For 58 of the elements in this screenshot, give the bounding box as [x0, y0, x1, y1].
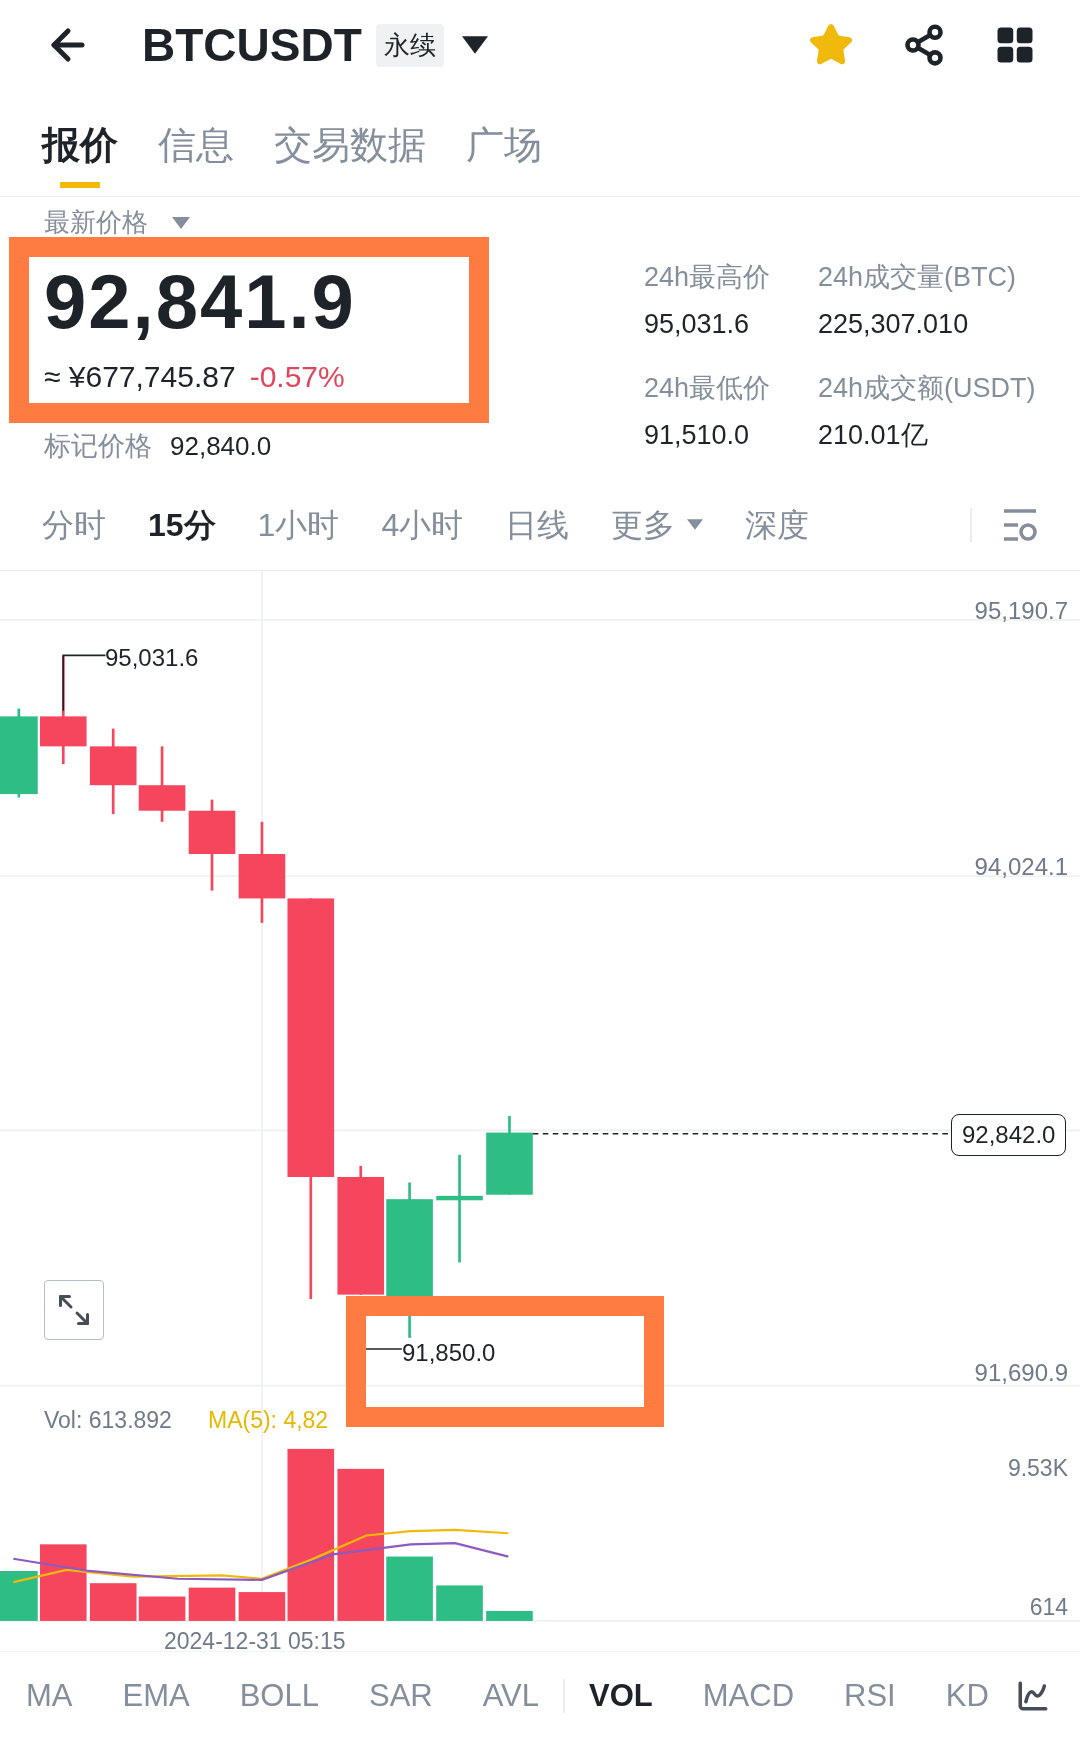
tab[interactable]: KD — [945, 1672, 989, 1720]
interval-tab[interactable]: 深度 — [745, 500, 810, 549]
tab[interactable]: SAR — [368, 1672, 433, 1720]
price-axis-label: 94,024.1 — [974, 852, 1068, 882]
expand-button[interactable] — [44, 1280, 104, 1340]
converted-price: ≈ ¥677,745.87 — [44, 362, 236, 392]
high-price-marker: 95,031.6 — [105, 643, 199, 673]
expand-icon — [56, 1292, 92, 1328]
volume-bar — [486, 1610, 533, 1621]
dropdown-caret-icon[interactable] — [461, 36, 488, 54]
interval-tab[interactable]: 分时 — [42, 500, 106, 549]
volume-ma-value: MA(5): 4,82 — [208, 1406, 329, 1435]
contract-tag: 永续 — [375, 23, 444, 67]
line-chart-icon[interactable] — [1016, 1679, 1050, 1713]
last-price-tag: 92,842.0 — [951, 1114, 1067, 1156]
tab[interactable]: RSI — [844, 1672, 896, 1720]
interval-tab[interactable]: 1小时 — [257, 500, 340, 549]
tab[interactable]: EMA — [122, 1672, 190, 1720]
tab[interactable]: 广场 — [466, 98, 542, 188]
price-axis-label: 95,190.7 — [974, 596, 1068, 626]
chart-settings-icon[interactable] — [1002, 507, 1038, 542]
interval-tab[interactable]: 15分 — [148, 500, 216, 549]
tab[interactable]: 交易数据 — [274, 98, 426, 188]
volume-bar — [436, 1585, 483, 1621]
symbol-title: BTCUSDT — [142, 17, 362, 73]
stat-label: 24h成交额(USDT) — [818, 372, 1036, 405]
price-label[interactable]: 最新价格 — [44, 203, 148, 242]
time-label: 2024-12-31 05:15 — [164, 1627, 346, 1656]
share-icon[interactable] — [902, 23, 946, 67]
mark-price-label: 标记价格 — [44, 430, 152, 463]
tab[interactable]: 报价 — [42, 98, 118, 188]
stat-value: 95,031.6 — [644, 307, 751, 341]
caret-icon — [687, 519, 704, 530]
leader-line — [62, 654, 107, 712]
price-change: -0.57% — [249, 362, 345, 392]
price-axis-label: 91,690.9 — [974, 1358, 1068, 1388]
stat-value: 91,510.0 — [644, 418, 751, 452]
stat-label: 24h最低价 — [644, 372, 772, 405]
stat-value: 210.01亿 — [818, 418, 929, 452]
tab[interactable]: AVL — [482, 1672, 539, 1720]
volume-axis-label: 614 — [1029, 1593, 1068, 1622]
tab[interactable]: VOL — [589, 1672, 653, 1720]
stat-label: 24h成交量(BTC) — [818, 261, 1018, 294]
tab[interactable]: MACD — [702, 1672, 795, 1720]
stat-label: 24h最高价 — [644, 261, 772, 294]
interval-tab[interactable]: 日线 — [505, 500, 570, 549]
interval-tab[interactable]: 4小时 — [381, 500, 464, 549]
low-price-marker: 91,850.0 — [402, 1338, 496, 1368]
last-price: 92,841.9 — [44, 264, 357, 340]
tab[interactable]: BOLL — [239, 1672, 319, 1720]
tab[interactable]: MA — [26, 1672, 73, 1720]
stat-value: 225,307.010 — [818, 307, 970, 341]
volume-value: Vol: 613.892 — [44, 1406, 172, 1435]
volume-axis-label: 9.53K — [1007, 1454, 1068, 1483]
mark-price: 92,840.0 — [170, 430, 272, 463]
more-dropdown[interactable]: 更多 — [611, 500, 704, 549]
tab[interactable]: 信息 — [158, 98, 234, 188]
volume-bar — [188, 1587, 236, 1621]
